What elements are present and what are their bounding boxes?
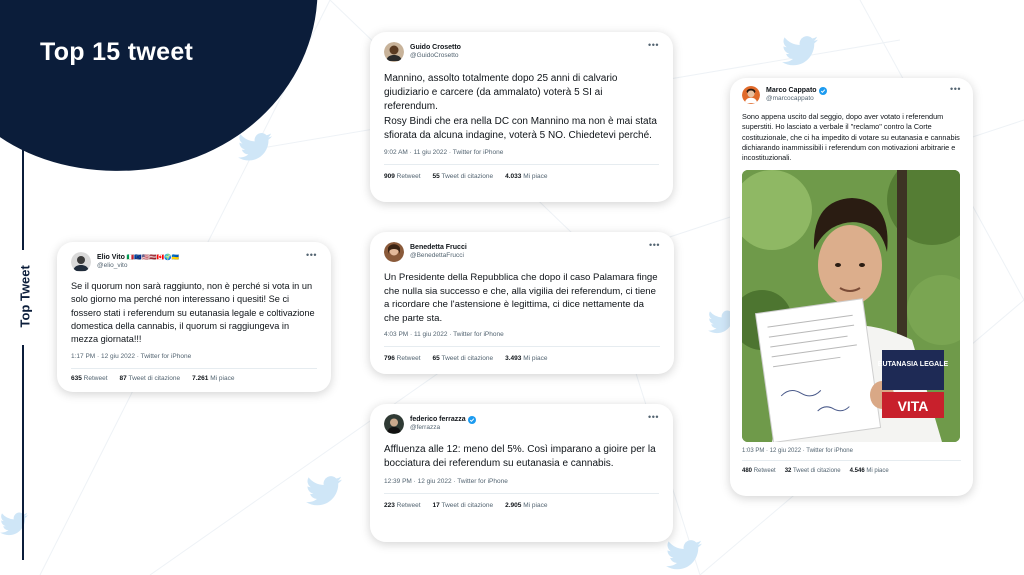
user-name[interactable]: federico ferrazza xyxy=(410,416,466,424)
flag-emojis: 🇮🇹🇪🇺🇺🇸🇱🇻🇨🇦🌍🇺🇦 xyxy=(126,254,180,261)
photo-image: EUTANASIA LEGALE VITA xyxy=(742,169,960,442)
retweet-count[interactable]: 909 Retweet xyxy=(384,173,421,180)
tweet-card-ferrazza[interactable]: federico ferrazza @ferrazza ••• Affluenz… xyxy=(370,404,673,542)
tweet-meta: 12:39 PM · 12 giu 2022 · Twitter for iPh… xyxy=(384,478,508,486)
more-options-icon[interactable]: ••• xyxy=(306,250,317,260)
twitter-bird-icon xyxy=(782,36,818,66)
retweet-count[interactable]: 796 Retweet xyxy=(384,355,421,362)
tweet-card-cappato[interactable]: Marco Cappato @marcocappato ••• Sono app… xyxy=(730,78,973,496)
like-count[interactable]: 7.261 Mi piace xyxy=(192,375,234,382)
user-handle[interactable]: @elio_vito xyxy=(97,262,179,269)
tweet-stats: 635 Retweet 87 Tweet di citazione 7.261 … xyxy=(71,375,317,382)
side-line-bottom xyxy=(22,345,24,560)
verified-badge-icon xyxy=(467,416,476,425)
user-name[interactable]: Marco Cappato xyxy=(766,87,817,95)
tweet-text: Sono appena uscito dal seggio, dopo aver… xyxy=(742,112,960,163)
user-handle[interactable]: @GuidoCrosetto xyxy=(410,52,461,59)
divider xyxy=(384,163,659,165)
avatar xyxy=(384,242,404,262)
tweet-header: Elio Vito 🇮🇹🇪🇺🇺🇸🇱🇻🇨🇦🌍🇺🇦 @elio_vito ••• xyxy=(71,250,317,272)
more-options-icon[interactable]: ••• xyxy=(648,412,659,422)
twitter-bird-icon xyxy=(666,540,702,570)
retweet-count[interactable]: 635 Retweet xyxy=(71,375,108,382)
user-handle[interactable]: @ferrazza xyxy=(410,424,476,431)
avatar xyxy=(384,414,404,434)
quote-count[interactable]: 55 Tweet di citazione xyxy=(433,173,494,180)
more-options-icon[interactable]: ••• xyxy=(950,84,961,94)
shirt-text-2: VITA xyxy=(898,398,929,414)
tweet-card-vito[interactable]: Elio Vito 🇮🇹🇪🇺🇺🇸🇱🇻🇨🇦🌍🇺🇦 @elio_vito ••• Se… xyxy=(57,242,331,392)
tweet-header: Guido Crosetto @GuidoCrosetto ••• xyxy=(384,40,659,62)
like-count[interactable]: 4.033 Mi piace xyxy=(505,173,547,180)
avatar xyxy=(384,42,404,62)
divider xyxy=(71,367,317,369)
retweet-count[interactable]: 223 Retweet xyxy=(384,502,421,509)
avatar xyxy=(742,86,760,104)
divider xyxy=(384,493,659,495)
user-name[interactable]: Elio Vito xyxy=(97,254,125,262)
divider xyxy=(742,459,961,461)
tweet-text: Un Presidente della Repubblica che dopo … xyxy=(384,272,658,324)
side-line-top xyxy=(22,130,24,250)
user-name[interactable]: Benedetta Frucci xyxy=(410,244,467,252)
tweet-header: federico ferrazza @ferrazza ••• xyxy=(384,412,659,434)
tweet-meta: 9:02 AM · 11 giu 2022 · Twitter for iPho… xyxy=(384,148,504,156)
slide-title: Top 15 tweet xyxy=(40,38,194,66)
retweet-count[interactable]: 480 Retweet xyxy=(742,468,776,474)
tweet-card-frucci[interactable]: Benedetta Frucci @BenedettaFrucci ••• Un… xyxy=(370,232,674,374)
tweet-text: Se il quorum non sarà raggiunto, non è p… xyxy=(71,281,315,345)
quote-count[interactable]: 17 Tweet di citazione xyxy=(433,502,494,509)
tweet-text: Mannino, assolto totalmente dopo 25 anni… xyxy=(384,73,618,113)
like-count[interactable]: 4.546 Mi piace xyxy=(850,468,889,474)
quote-count[interactable]: 32 Tweet di citazione xyxy=(785,468,841,474)
twitter-bird-icon xyxy=(238,133,272,161)
avatar xyxy=(71,252,91,272)
quote-count[interactable]: 87 Tweet di citazione xyxy=(120,375,181,382)
divider xyxy=(384,346,660,348)
more-options-icon[interactable]: ••• xyxy=(649,240,660,250)
tweet-meta: 1:03 PM · 12 giu 2022 · Twitter for iPho… xyxy=(742,447,853,454)
tweet-stats: 909 Retweet 55 Tweet di citazione 4.033 … xyxy=(384,173,659,180)
tweet-stats: 223 Retweet 17 Tweet di citazione 2.905 … xyxy=(384,502,659,509)
tweet-meta: 1:17 PM · 12 giu 2022 · Twitter for iPho… xyxy=(71,352,192,360)
tweet-text: Affluenza alle 12: meno del 5%. Così imp… xyxy=(384,444,656,470)
user-name[interactable]: Guido Crosetto xyxy=(410,44,461,52)
tweet-stats: 796 Retweet 65 Tweet di citazione 3.493 … xyxy=(384,355,660,362)
tweet-meta: 4:03 PM · 11 giu 2022 · Twitter for iPho… xyxy=(384,331,504,339)
tweet-text-2: Rosy Bindi che era nella DC con Mannino … xyxy=(384,115,657,141)
tweet-header: Marco Cappato @marcocappato ••• xyxy=(742,84,961,104)
verified-badge-icon xyxy=(818,87,827,96)
user-handle[interactable]: @marcocappato xyxy=(766,95,827,102)
side-label: Top Tweet xyxy=(17,265,33,328)
tweet-stats: 480 Retweet 32 Tweet di citazione 4.546 … xyxy=(742,468,961,474)
twitter-bird-icon xyxy=(306,476,342,506)
more-options-icon[interactable]: ••• xyxy=(648,40,659,50)
tweet-photo[interactable]: EUTANASIA LEGALE VITA xyxy=(742,169,960,442)
tweet-header: Benedetta Frucci @BenedettaFrucci ••• xyxy=(384,240,660,262)
tweet-card-crosetto[interactable]: Guido Crosetto @GuidoCrosetto ••• Mannin… xyxy=(370,32,673,202)
shirt-text: EUTANASIA LEGALE xyxy=(878,361,949,368)
like-count[interactable]: 2.905 Mi piace xyxy=(505,502,547,509)
user-handle[interactable]: @BenedettaFrucci xyxy=(410,252,467,259)
like-count[interactable]: 3.493 Mi piace xyxy=(505,355,547,362)
quote-count[interactable]: 65 Tweet di citazione xyxy=(433,355,494,362)
